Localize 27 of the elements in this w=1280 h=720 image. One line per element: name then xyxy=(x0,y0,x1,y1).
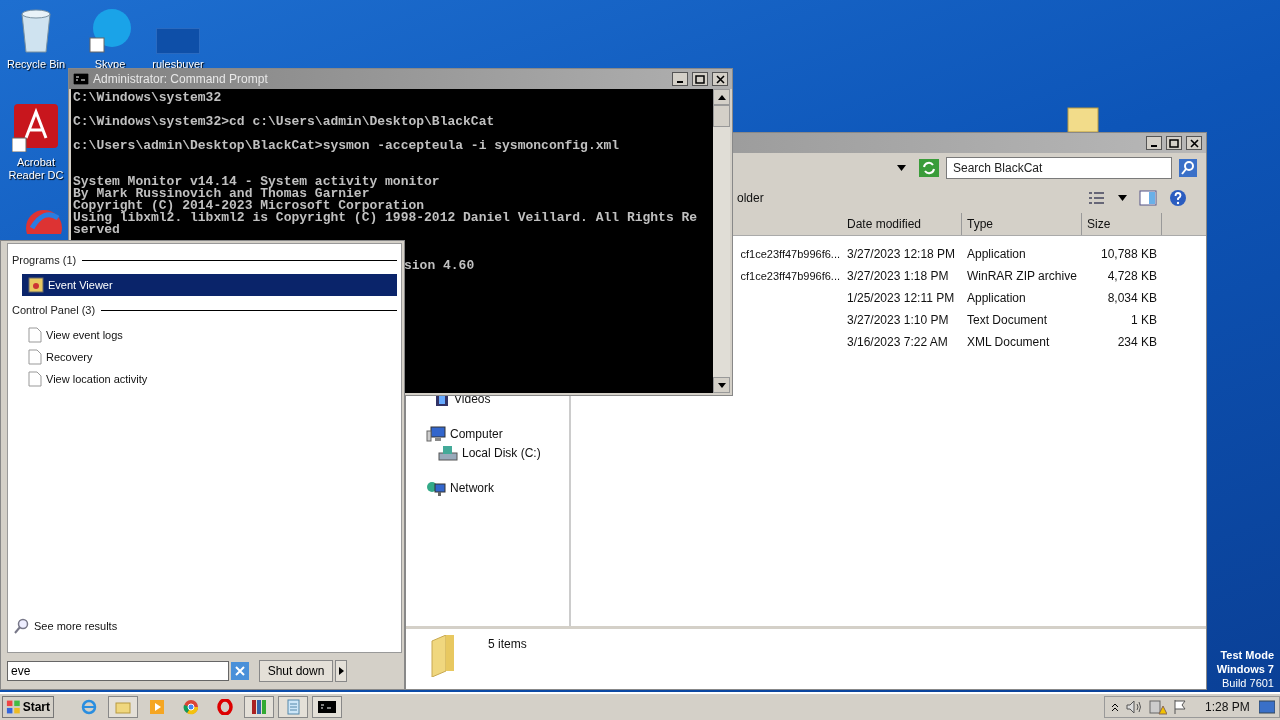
date-cell-text: 1/25/2023 12:11 PM xyxy=(846,291,956,305)
size-cell-text: 1 KB xyxy=(1130,313,1158,327)
desktop-notice-text: Test Mode xyxy=(1220,648,1274,662)
type-cell-text: XML Document xyxy=(966,335,1051,349)
window-title: Administrator: Command Prompt xyxy=(93,72,269,86)
size-cell-text: 234 KB xyxy=(1116,335,1158,349)
date-cell-text: 3/27/2023 12:18 PM xyxy=(846,247,957,261)
group-heading: Control Panel (3) xyxy=(12,304,96,316)
group-heading: Programs (1) xyxy=(12,254,77,266)
console-line: c:\Users\admin\Desktop\BlackCat>sysmon -accepteula -i sysmonconfig.xml xyxy=(73,138,620,153)
size-cell-text: 10,788 KB xyxy=(1099,247,1158,261)
date-cell-text: 3/27/2023 1:18 PM xyxy=(846,269,950,283)
desktop-notice-text: Windows 7 xyxy=(1216,662,1274,676)
type-cell-text: WinRAR ZIP archive xyxy=(966,269,1078,283)
item-count: 5 items xyxy=(488,637,527,653)
type-cell-text: Application xyxy=(966,291,1027,305)
date-cell-text: 3/16/2023 7:22 AM xyxy=(846,335,949,349)
console-line: C:\Windows\system32>cd c:\Users\admin\Desktop\BlackCat xyxy=(73,114,495,129)
size-cell-text: 4,728 KB xyxy=(1106,269,1158,283)
console-line: System Monitor v14.14 - System activity monitor xyxy=(73,174,440,189)
console-line: C:\Windows\system32 xyxy=(73,90,222,105)
type-cell-text: Application xyxy=(966,247,1027,261)
console-line: sion 4.60 xyxy=(404,258,475,273)
date-cell-text: 3/27/2023 1:10 PM xyxy=(846,313,950,327)
desktop-notice-text: Build 7601 xyxy=(1222,676,1274,690)
type-cell-text: Text Document xyxy=(966,313,1049,327)
size-cell-text: 8,034 KB xyxy=(1106,291,1158,305)
